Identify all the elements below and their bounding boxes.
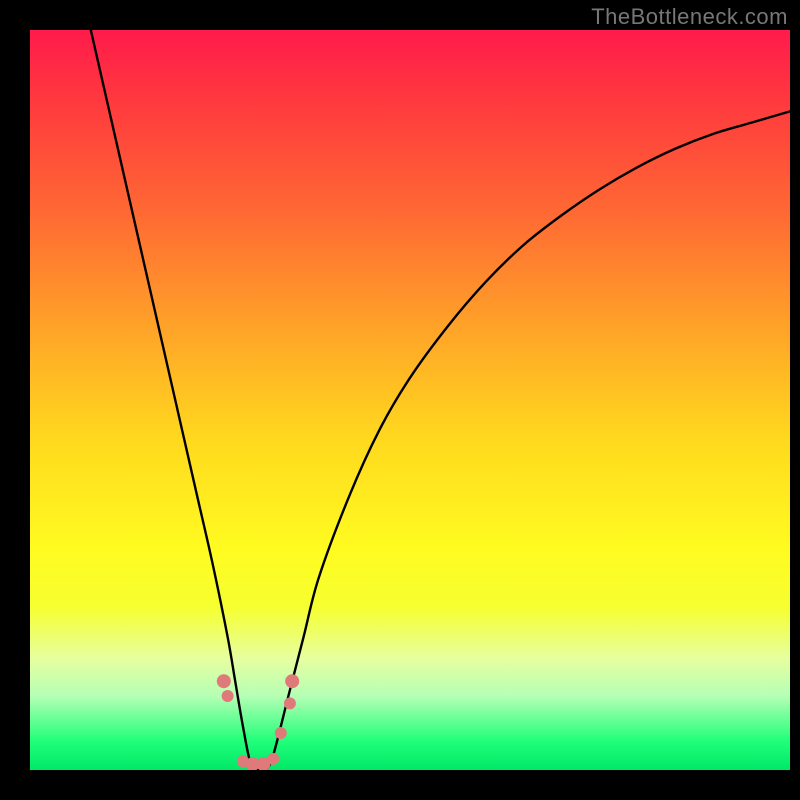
data-marker: [285, 674, 299, 688]
watermark-text: TheBottleneck.com: [591, 4, 788, 30]
chart-svg: [30, 30, 790, 770]
data-marker: [217, 674, 231, 688]
bottleneck-curve: [91, 30, 790, 770]
data-marker: [284, 697, 296, 709]
marker-group: [217, 674, 299, 770]
data-marker: [222, 690, 234, 702]
data-marker: [275, 727, 287, 739]
chart-frame: TheBottleneck.com: [0, 0, 800, 800]
plot-area: [30, 30, 790, 770]
data-marker: [267, 753, 279, 765]
